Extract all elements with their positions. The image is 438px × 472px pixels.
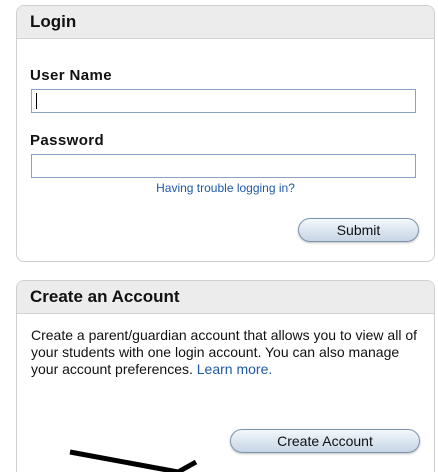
- password-label: Password: [30, 132, 105, 149]
- create-account-button[interactable]: Create Account: [230, 429, 420, 453]
- trouble-logging-in-link[interactable]: Having trouble logging in?: [17, 181, 434, 195]
- submit-button[interactable]: Submit: [298, 218, 419, 242]
- login-panel: Login User Name Password Having trouble …: [16, 5, 435, 262]
- login-panel-title: Login: [17, 6, 434, 39]
- create-account-title: Create an Account: [17, 281, 434, 314]
- username-label: User Name: [30, 67, 112, 84]
- username-input[interactable]: [31, 89, 416, 113]
- create-account-description: Create a parent/guardian account that al…: [31, 327, 426, 378]
- text-caret: [36, 93, 37, 109]
- password-input[interactable]: [31, 154, 416, 178]
- create-account-panel: Create an Account Create a parent/guardi…: [16, 280, 435, 472]
- learn-more-link[interactable]: Learn more.: [197, 361, 272, 377]
